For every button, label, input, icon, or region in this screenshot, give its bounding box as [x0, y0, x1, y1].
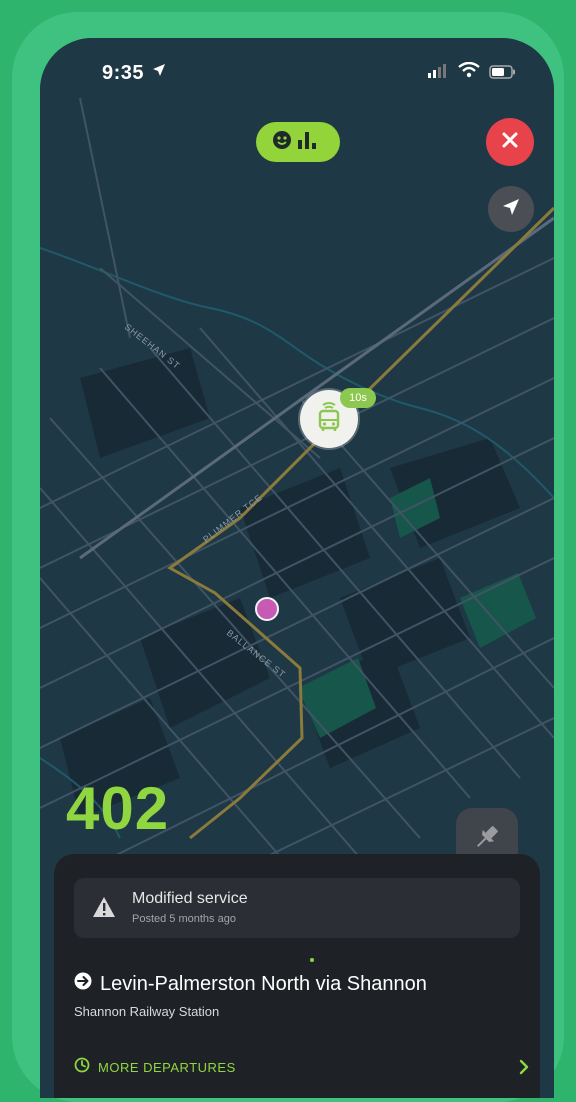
locate-button[interactable] [488, 186, 534, 232]
route-direction-label: Levin-Palmerston North via Shannon [100, 972, 427, 995]
sheet-indicator-dot [310, 958, 314, 962]
crowding-button[interactable] [256, 122, 340, 162]
wifi-icon [458, 61, 480, 83]
stop-name: Shannon Railway Station [74, 1004, 220, 1019]
status-time: 9:35 [102, 62, 145, 84]
smiley-bars-icon [272, 128, 324, 157]
battery-icon [489, 65, 517, 84]
close-button[interactable] [486, 118, 534, 166]
stop-marker[interactable] [255, 597, 279, 621]
navigation-arrow-icon [501, 197, 521, 222]
signal-icon [428, 64, 448, 83]
chevron-right-icon [518, 1059, 530, 1080]
bottom-sheet: Modified service Posted 5 months ago Lev… [54, 854, 540, 1098]
app-screen: SHEEHAN ST PLIMMER TCE BALLANCE ST 9:35 [40, 38, 554, 1098]
service-alert[interactable]: Modified service Posted 5 months ago [74, 878, 520, 938]
route-direction[interactable]: Levin-Palmerston North via Shannon [74, 972, 427, 996]
arrow-circle-icon [74, 972, 92, 996]
warning-icon [92, 896, 116, 923]
vehicle-eta-badge: 10s [340, 388, 376, 408]
more-departures-label: MORE DEPARTURES [98, 1059, 236, 1075]
pushpin-icon [472, 822, 502, 857]
more-departures-button[interactable]: MORE DEPARTURES [74, 1054, 530, 1080]
close-icon [501, 131, 519, 154]
status-bar: 9:35 [40, 38, 554, 108]
alert-title: Modified service [132, 890, 248, 907]
clock-icon [74, 1057, 90, 1078]
location-arrow-icon [152, 63, 166, 82]
alert-subtitle: Posted 5 months ago [132, 913, 236, 925]
bus-icon [312, 400, 346, 439]
route-number: 402 [66, 775, 170, 842]
